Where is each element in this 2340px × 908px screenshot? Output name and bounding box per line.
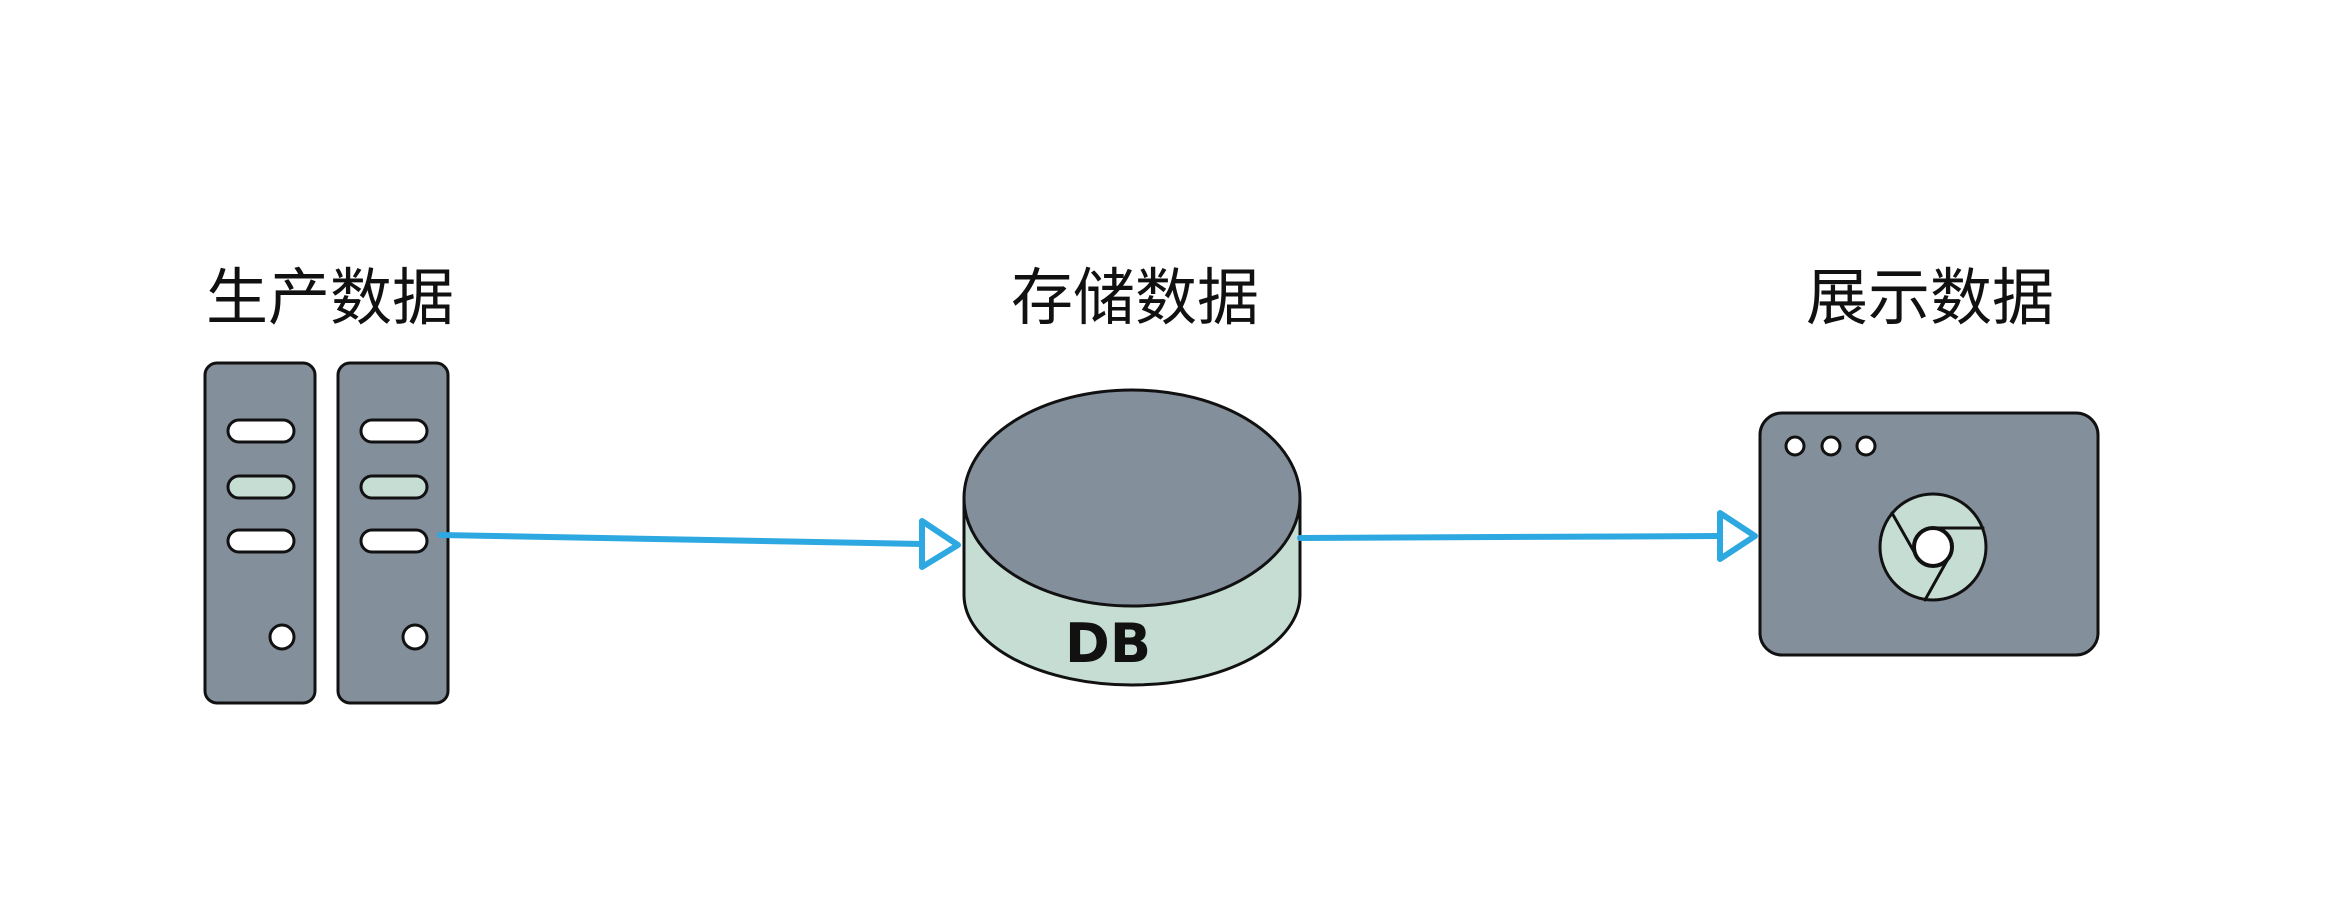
chrome-logo-icon bbox=[1878, 492, 1988, 602]
database-cylinder-icon: DB bbox=[962, 388, 1302, 687]
window-dot-icon bbox=[1855, 435, 1877, 457]
server-rack-icon bbox=[203, 361, 450, 705]
arrow-store-to-display bbox=[1297, 510, 1758, 562]
window-dot-icon bbox=[1820, 435, 1842, 457]
server-unit-left bbox=[203, 361, 317, 705]
diagram-svg: DB bbox=[203, 361, 2100, 705]
browser-window-icon bbox=[1758, 411, 2100, 657]
window-dot-icon bbox=[1784, 435, 1806, 457]
db-label: DB bbox=[1065, 612, 1151, 675]
server-unit-right bbox=[336, 361, 450, 705]
arrow-produce-to-store bbox=[437, 518, 961, 570]
